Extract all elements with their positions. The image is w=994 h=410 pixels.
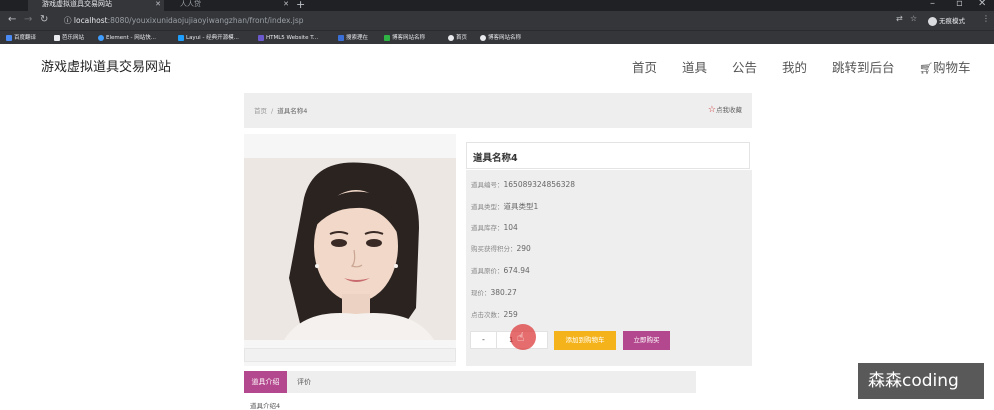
profile-button[interactable]: 无痕模式 <box>928 15 965 26</box>
forward-icon[interactable]: → <box>24 14 32 25</box>
browser-toolbar: ← → ↻ ⓘ localhost:8080/youxixunidaojujia… <box>0 11 994 30</box>
watermark: 森森coding <box>858 363 984 399</box>
item-code-row: 道具编号：165089324856328 <box>471 179 575 189</box>
field-value: 165089324856328 <box>503 180 576 189</box>
blog-icon <box>384 34 390 41</box>
bookmark-item[interactable]: 搜索理在 <box>338 33 368 43</box>
intro-text: 道具介绍4 <box>250 402 281 410</box>
field-value: 290 <box>516 244 531 253</box>
buy-now-button[interactable]: 立即购买 <box>623 331 670 350</box>
bookmark-star-icon[interactable]: ☆ <box>910 14 917 23</box>
minimize-icon[interactable]: – <box>930 0 935 9</box>
field-label: 道具库存： <box>471 224 504 232</box>
site-header: 游戏虚拟道具交易网站 首页 道具 公告 我的 跳转到后台 🛒︎购物车 <box>0 44 994 84</box>
translate-icon[interactable]: ⇄ <box>896 14 903 23</box>
search-icon <box>338 34 344 41</box>
bookmark-item[interactable]: 百度翻译 <box>6 33 36 43</box>
url-host: localhost <box>73 16 108 25</box>
layui-icon <box>178 34 184 41</box>
info-icon[interactable]: ⓘ <box>64 16 74 25</box>
breadcrumb-current: 道具名称4 <box>277 107 308 115</box>
star-icon: ☆ <box>707 105 716 115</box>
item-points-row: 购买获得积分：290 <box>471 243 531 253</box>
breadcrumb-separator: / <box>271 107 274 115</box>
item-info-panel: 道具编号：165089324856328 道具类型：道具类型1 道具库存：104… <box>466 170 752 366</box>
bookmark-item[interactable]: 芭乐网站 <box>54 33 84 43</box>
add-to-cart-button[interactable]: 添加到购物车 <box>554 331 616 350</box>
bookmark-item[interactable]: HTML5 Website T... <box>258 33 318 43</box>
close-window-icon[interactable]: ✕ <box>978 0 986 9</box>
detail-tabs: 道具介绍 评价 <box>244 371 696 393</box>
bookmark-item[interactable]: 首页 <box>448 33 467 43</box>
item-image[interactable] <box>244 158 456 340</box>
field-label: 道具类型： <box>471 203 504 211</box>
nav-items[interactable]: 道具 <box>682 57 707 76</box>
pointer-hand-icon: ☝ <box>517 330 525 344</box>
element-icon <box>98 34 104 41</box>
field-label: 现价： <box>471 289 491 297</box>
back-icon[interactable]: ← <box>8 14 16 25</box>
browser-tab-title: 游戏虚拟道具交易网站 <box>42 0 112 8</box>
github-icon <box>480 34 486 41</box>
avatar <box>928 16 937 26</box>
cart-icon: 🛒︎ <box>919 62 933 75</box>
field-label: 点击次数： <box>471 311 504 319</box>
field-value: 104 <box>503 223 518 232</box>
close-icon[interactable]: ✕ <box>155 0 161 9</box>
field-value: 380.27 <box>490 288 517 297</box>
html5-icon <box>258 34 264 41</box>
field-value: 道具类型1 <box>503 202 539 211</box>
item-stock-row: 道具库存：104 <box>471 222 518 232</box>
item-name-box: 道具名称4 <box>466 142 750 169</box>
nav-home[interactable]: 首页 <box>632 57 657 76</box>
nav-announcement[interactable]: 公告 <box>732 57 757 76</box>
item-price-row: 现价：380.27 <box>471 287 517 297</box>
reload-icon[interactable]: ↻ <box>40 14 48 25</box>
breadcrumb: 首页 / 道具名称4 <box>254 105 307 115</box>
item-original-price-row: 道具原价：674.94 <box>471 265 530 275</box>
new-tab-icon[interactable]: + <box>296 0 305 11</box>
quantity-stepper[interactable]: - 1 <box>470 331 548 349</box>
profile-label: 无痕模式 <box>939 17 965 25</box>
field-label: 道具编号： <box>471 181 504 189</box>
field-label: 购买获得积分： <box>471 245 517 253</box>
address-bar[interactable]: ⓘ localhost:8080/youxixunidaojujiaoyiwan… <box>64 14 884 27</box>
bookmark-item[interactable]: 博客网站名称 <box>480 33 521 43</box>
favorite-label: 点我收藏 <box>716 106 742 114</box>
image-caption <box>244 348 456 362</box>
field-label: 道具原价： <box>471 267 504 275</box>
field-value: 674.94 <box>503 266 530 275</box>
browser-tab[interactable]: 人人贷 ✕ <box>166 0 292 11</box>
portrait-image <box>244 158 456 340</box>
item-clicks-row: 点击次数：259 <box>471 309 518 319</box>
favorite-button[interactable]: ☆点我收藏 <box>708 104 742 115</box>
nav-cart[interactable]: 🛒︎购物车 <box>919 57 970 76</box>
item-name: 道具名称4 <box>473 153 518 164</box>
browser-tab-active[interactable]: 游戏虚拟道具交易网站 ✕ <box>28 0 164 11</box>
flag-icon <box>54 34 60 41</box>
url-path: :8080/youxixunidaojujiaoyiwangzhan/front… <box>107 16 304 25</box>
browser-tab-strip: 游戏虚拟道具交易网站 ✕ 人人贷 ✕ + – ▫ ✕ <box>0 0 994 11</box>
nav-admin[interactable]: 跳转到后台 <box>832 57 895 76</box>
menu-icon[interactable]: ⋮ <box>982 14 990 23</box>
bookmarks-bar: 百度翻译 芭乐网站 Element - 网站快... Layui - 经典开源模… <box>0 30 994 44</box>
decrement-button[interactable]: - <box>471 332 497 348</box>
tab-intro[interactable]: 道具介绍 <box>244 371 287 393</box>
nav-mine[interactable]: 我的 <box>782 57 807 76</box>
item-type-row: 道具类型：道具类型1 <box>471 201 538 212</box>
site-title: 游戏虚拟道具交易网站 <box>41 60 172 75</box>
apps-icon <box>6 34 12 41</box>
bookmark-item[interactable]: Layui - 经典开源模... <box>178 33 239 43</box>
breadcrumb-home[interactable]: 首页 <box>254 107 267 115</box>
bookmark-item[interactable]: 博客网站名称 <box>384 33 425 43</box>
breadcrumb-bar: 首页 / 道具名称4 ☆点我收藏 <box>244 93 752 128</box>
browser-tab-title: 人人贷 <box>180 0 201 8</box>
tab-review[interactable]: 评价 <box>297 371 311 393</box>
maximize-icon[interactable]: ▫ <box>956 0 963 9</box>
bookmark-item[interactable]: Element - 网站快... <box>98 33 156 43</box>
field-value: 259 <box>503 310 518 319</box>
github-icon <box>448 34 454 41</box>
close-icon[interactable]: ✕ <box>283 0 289 9</box>
